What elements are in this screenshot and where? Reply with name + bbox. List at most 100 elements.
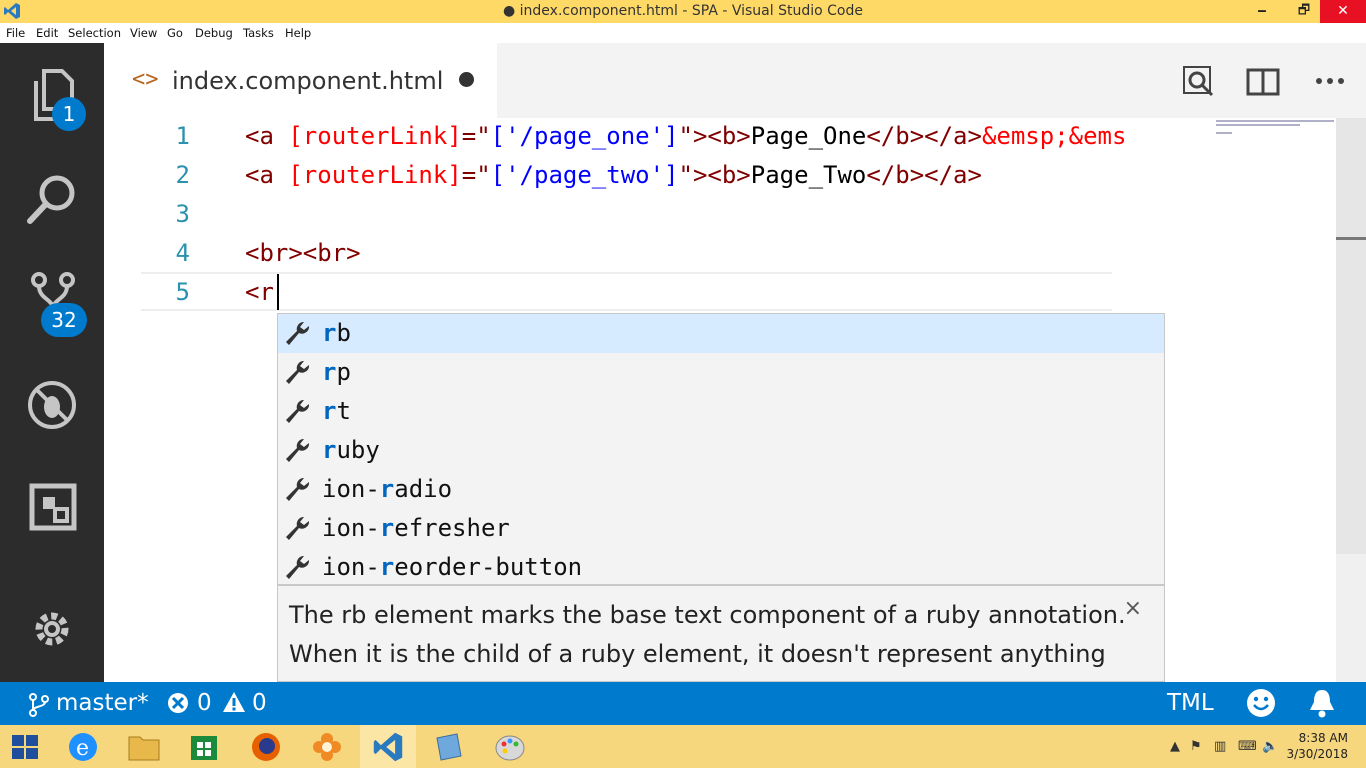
code-line: 3 — [104, 196, 1216, 235]
tray-volume-icon[interactable]: 🔈 — [1262, 739, 1278, 754]
taskbar-store[interactable] — [177, 725, 233, 768]
close-button[interactable]: ✕ — [1320, 0, 1366, 23]
activity-settings[interactable] — [0, 589, 104, 669]
unsaved-dot-icon[interactable] — [459, 72, 474, 87]
menu-debug[interactable]: Debug — [195, 26, 233, 40]
gear-icon — [35, 612, 69, 646]
activity-search[interactable] — [0, 161, 104, 241]
tray-flag-icon[interactable]: ⚑ — [1190, 739, 1202, 754]
menu-file[interactable]: File — [6, 26, 25, 40]
html-file-icon: <> — [132, 67, 159, 92]
suggestion-label: ion-reorder-button — [322, 553, 583, 581]
current-line-highlight — [141, 272, 1112, 311]
scrollbar-cursor-marker — [1336, 237, 1366, 240]
clock-date: 3/30/2018 — [1286, 747, 1348, 761]
warning-count[interactable]: 0 — [252, 690, 267, 716]
wrench-icon — [286, 321, 310, 345]
tray-network-icon[interactable]: ▥ — [1214, 739, 1226, 754]
suggestion-label: ion-refresher — [322, 514, 510, 542]
folder-icon — [128, 736, 160, 761]
suggestion-label: rp — [322, 358, 351, 386]
minimap-line — [1216, 132, 1232, 134]
suggestion-item[interactable]: ion-radio — [278, 470, 1164, 509]
windows-start-icon[interactable] — [12, 735, 38, 759]
suggestion-details: The rb element marks the base text compo… — [277, 585, 1165, 682]
debug-icon — [28, 381, 76, 429]
extensions-icon — [29, 483, 77, 531]
taskbar-firefox[interactable] — [238, 725, 294, 768]
activity-source-control[interactable]: 32 — [0, 265, 104, 345]
feedback-smiley-icon[interactable] — [1246, 688, 1276, 718]
suggestion-item[interactable]: rb — [278, 314, 1164, 353]
activity-extensions[interactable] — [0, 469, 104, 549]
minimize-button[interactable]: 🗕 — [1240, 0, 1284, 23]
taskbar-edge[interactable]: e — [55, 725, 111, 768]
wrench-icon — [286, 477, 310, 501]
code-line: 2 <a [routerLink]="['/page_two']"><b>Pag… — [104, 157, 1216, 196]
store-icon — [191, 736, 217, 760]
activity-explorer[interactable]: 1 — [0, 59, 104, 139]
line-number: 4 — [175, 239, 190, 267]
line-number: 1 — [175, 122, 190, 150]
menu-go[interactable]: Go — [167, 26, 183, 40]
menu-selection[interactable]: Selection — [68, 26, 121, 40]
details-close-icon[interactable]: × — [1124, 596, 1142, 621]
taskbar-vscode[interactable] — [360, 725, 416, 768]
scrollbar-thumb[interactable] — [1336, 118, 1366, 554]
error-count[interactable]: 0 — [197, 690, 212, 716]
search-icon — [27, 175, 75, 224]
vscode-icon — [373, 732, 403, 762]
open-preview-icon[interactable] — [1180, 63, 1216, 99]
minimap[interactable] — [1216, 118, 1336, 682]
wrench-icon — [286, 516, 310, 540]
firefox-icon — [252, 733, 280, 761]
text-cursor — [277, 274, 279, 310]
code-text: <br><br> — [245, 239, 361, 267]
tray-keyboard-icon[interactable]: ⌨ — [1238, 739, 1257, 754]
wrench-icon — [286, 438, 310, 462]
split-editor-icon[interactable] — [1245, 63, 1281, 99]
suggestion-list: rb rp rt ruby ion-radio ion-refresher io… — [277, 313, 1165, 585]
flower-app-icon — [313, 733, 341, 761]
suggestion-item[interactable]: ion-reorder-button — [278, 548, 1164, 587]
suggestion-item[interactable]: rp — [278, 353, 1164, 392]
language-mode[interactable]: TML — [1167, 690, 1214, 716]
wrench-icon — [286, 555, 310, 579]
more-actions-icon[interactable] — [1312, 63, 1348, 99]
tab-bar: <> index.component.html — [104, 43, 1366, 118]
edge-browser-icon: e — [69, 733, 97, 761]
warning-icon[interactable] — [222, 691, 246, 713]
taskbar-file-explorer[interactable] — [116, 725, 172, 768]
git-branch[interactable]: master* — [56, 690, 149, 716]
minimap-line — [1216, 124, 1300, 126]
menu-bar: File Edit Selection View Go Debug Tasks … — [0, 23, 1366, 43]
menu-tasks[interactable]: Tasks — [243, 26, 274, 40]
window-title: ● index.component.html - SPA - Visual St… — [502, 3, 863, 19]
system-clock[interactable]: 8:38 AM 3/30/2018 — [1286, 730, 1348, 762]
suggestion-item[interactable]: ruby — [278, 431, 1164, 470]
tab-index-component-html[interactable]: <> index.component.html — [104, 43, 497, 118]
taskbar-paint[interactable] — [482, 725, 538, 768]
suggestion-item[interactable]: ion-refresher — [278, 509, 1164, 548]
status-bar: master* 0 0 TML — [0, 682, 1366, 725]
notifications-bell-icon[interactable] — [1308, 688, 1336, 718]
suggestion-item[interactable]: rt — [278, 392, 1164, 431]
code-line: 1 <a [routerLink]="['/page_one']"><b>Pag… — [104, 118, 1216, 157]
code-line: 4 <br><br> — [104, 235, 1216, 274]
activity-debug[interactable] — [0, 365, 104, 445]
tray-expand-icon[interactable]: ▲ — [1170, 739, 1180, 754]
taskbar-app[interactable] — [299, 725, 355, 768]
suggestion-label: ruby — [322, 436, 380, 464]
minimap-line — [1216, 120, 1334, 122]
menu-view[interactable]: View — [130, 26, 157, 40]
clock-time: 8:38 AM — [1298, 731, 1348, 745]
git-branch-icon[interactable] — [28, 693, 50, 717]
menu-help[interactable]: Help — [285, 26, 311, 40]
error-icon[interactable] — [167, 692, 189, 714]
notebook-icon — [436, 733, 462, 761]
details-description: The rb element marks the base text compo… — [289, 601, 1147, 681]
menu-edit[interactable]: Edit — [36, 26, 58, 40]
code-text: <a [routerLink]="['/page_two']"><b>Page_… — [245, 161, 982, 189]
activity-bar: 1 32 — [0, 43, 104, 682]
taskbar-notebook[interactable] — [421, 725, 477, 768]
